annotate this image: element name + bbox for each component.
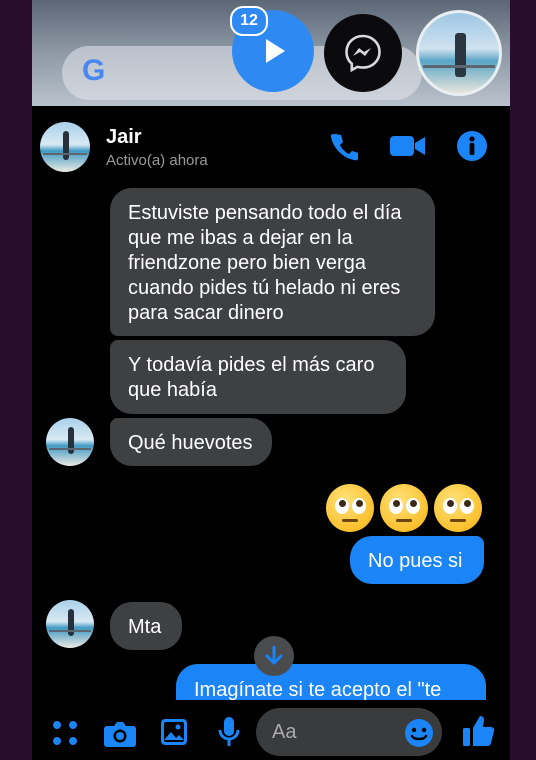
rolling-eyes-emoji[interactable] [434, 484, 482, 532]
contact-status: Activo(a) ahora [106, 152, 208, 169]
info-icon[interactable] [456, 130, 488, 162]
avatar-rail [48, 447, 92, 450]
arrow-down-icon [265, 646, 283, 665]
sender-avatar [46, 418, 94, 466]
message-bubble-incoming[interactable]: Mta [110, 602, 182, 650]
emoji-pupil [410, 500, 417, 507]
camera-icon[interactable] [104, 720, 136, 748]
rolling-eyes-emoji[interactable] [380, 484, 428, 532]
avatar-person [63, 131, 69, 160]
emoji-pupil [447, 500, 454, 507]
like-icon[interactable] [462, 714, 496, 748]
emoji-pupil [393, 500, 400, 507]
emoji-eye [352, 498, 366, 514]
contact-chat-head[interactable] [416, 10, 502, 96]
avatar-rail [43, 153, 87, 155]
emoji-pupil [464, 500, 471, 507]
phone-icon[interactable] [330, 131, 358, 161]
rolling-eyes-emoji[interactable] [326, 484, 374, 532]
emoji-pupil [356, 500, 363, 507]
gallery-icon[interactable] [160, 718, 188, 746]
play-icon [266, 39, 285, 63]
scroll-down-button[interactable] [254, 636, 294, 676]
avatar-rail [48, 629, 92, 632]
emoji-eye [443, 498, 457, 514]
railing [423, 65, 495, 68]
emoji-mouth [396, 519, 412, 522]
google-logo: G [82, 54, 106, 87]
emoji-eye [406, 498, 420, 514]
message-bubble-incoming[interactable]: Y todavía pides el más caro que había [110, 340, 406, 414]
emoji-mouth [342, 519, 358, 522]
sender-avatar [46, 600, 94, 648]
message-bubble-outgoing[interactable]: No pues si [350, 536, 484, 584]
message-input-placeholder: Aa [272, 721, 297, 743]
person-silhouette [455, 33, 466, 77]
video-icon[interactable] [390, 134, 426, 158]
emoji-eye [460, 498, 474, 514]
notification-badge: 12 [230, 6, 268, 36]
contact-name[interactable]: Jair [106, 126, 142, 149]
emoji-eye [389, 498, 403, 514]
emoji-eye [335, 498, 349, 514]
emoji-pupil [339, 500, 346, 507]
avatar-person [68, 608, 74, 637]
emoji-icon[interactable] [404, 718, 434, 748]
message-bubble-incoming[interactable]: Qué huevotes [110, 418, 272, 466]
message-bubble-incoming[interactable]: Estuviste pensando todo el día que me ib… [110, 188, 435, 336]
microphone-icon[interactable] [218, 716, 240, 748]
emoji-mouth [450, 519, 466, 522]
contact-avatar[interactable] [40, 122, 90, 172]
menu-dots-icon[interactable] [52, 720, 78, 746]
messenger-icon [345, 34, 381, 73]
messenger-chat-head[interactable] [324, 14, 402, 92]
avatar-person [68, 426, 74, 455]
messenger-screen: G 12 Jair Activo(a) ahora Estuviste pens… [32, 0, 510, 760]
